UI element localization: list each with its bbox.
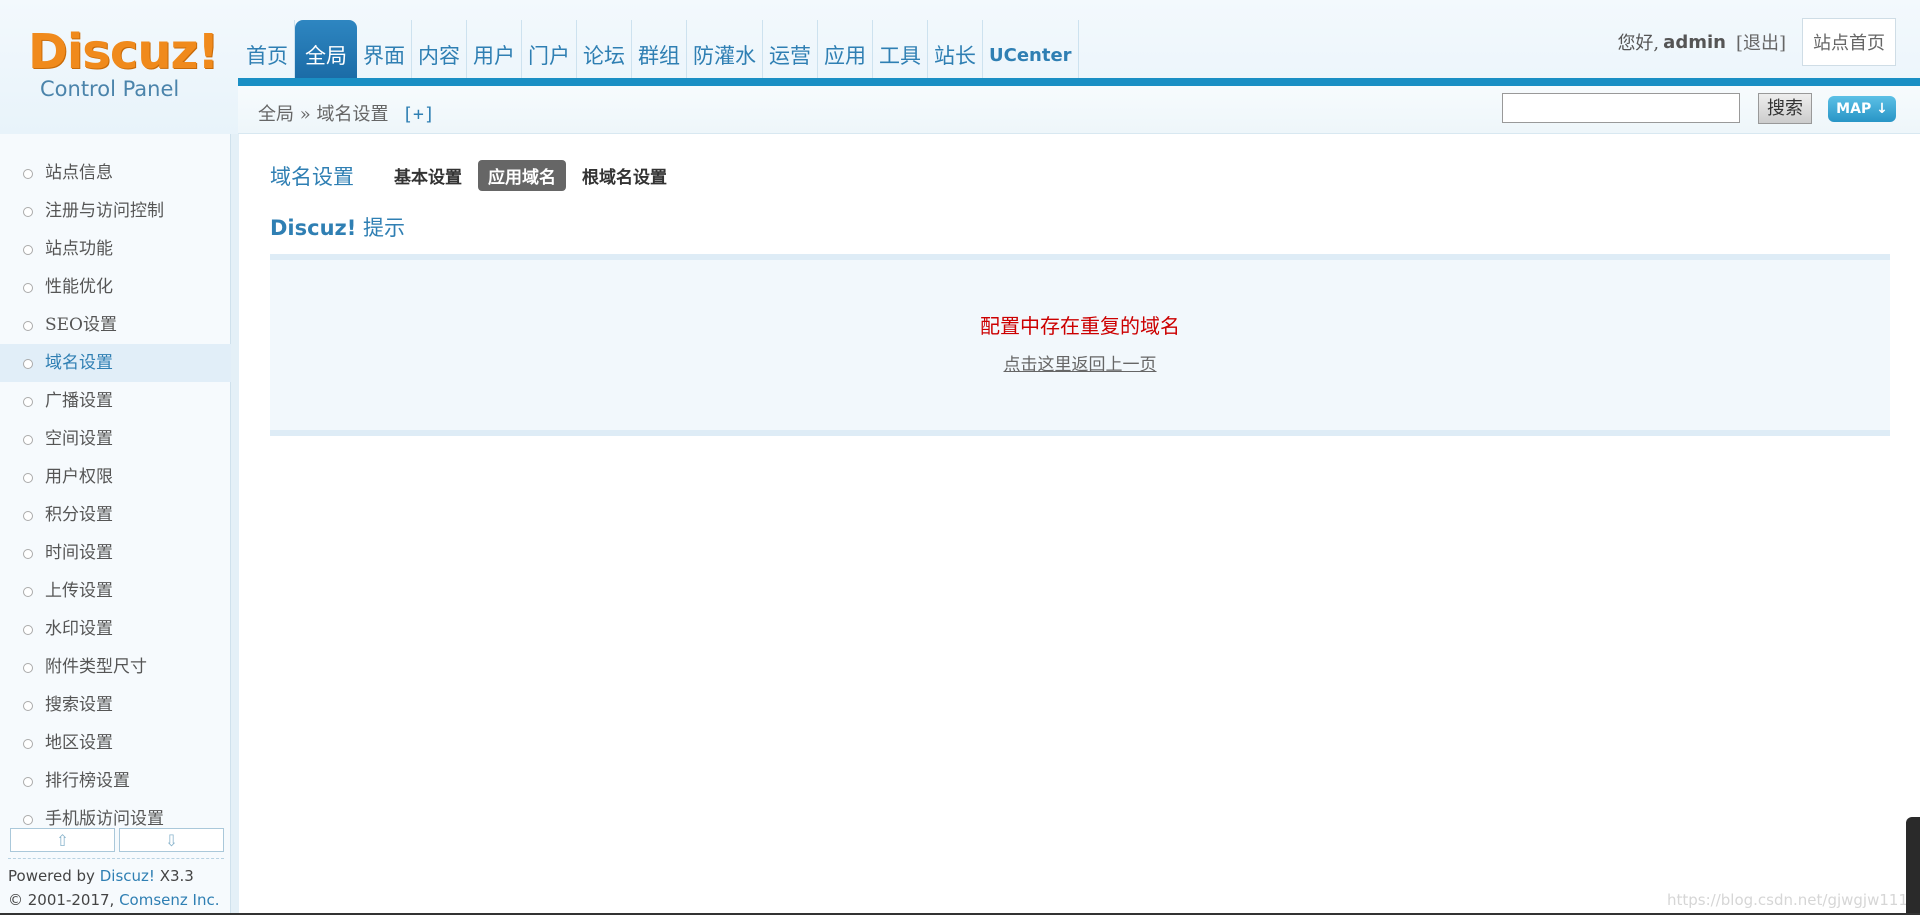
logo[interactable]: Discuz! Control Panel (28, 24, 219, 106)
message-box: 配置中存在重复的域名 点击这里返回上一页 (270, 254, 1890, 436)
discuz-link[interactable]: Discuz! (100, 867, 155, 885)
greeting-text: 您好, (1617, 33, 1660, 54)
watermark: https://blog.csdn.net/gjwgjw111 (1667, 891, 1908, 909)
breadcrumb-root[interactable]: 全局 (258, 104, 294, 125)
nav-apps[interactable]: 应用 (818, 20, 873, 82)
tab-root-domain[interactable]: 根域名设置 (572, 160, 677, 191)
add-shortcut-button[interactable]: [+] (402, 104, 435, 125)
scroll-down-button[interactable]: ⇩ (119, 828, 224, 852)
sidebar-item-broadcast[interactable]: 广播设置 (0, 382, 231, 420)
nav-style[interactable]: 界面 (357, 20, 412, 82)
sidebar-item-space[interactable]: 空间设置 (0, 420, 231, 458)
breadcrumb-current: 域名设置 (316, 104, 389, 125)
nav-user[interactable]: 用户 (467, 20, 522, 82)
settings-tabs: 域名设置 基本设置 应用域名 根域名设置 (270, 160, 683, 191)
tab-app-domain[interactable]: 应用域名 (478, 160, 566, 191)
comsenz-link[interactable]: Comsenz Inc. (119, 891, 219, 909)
sidebar-scroll-controls: ⇧ ⇩ (10, 828, 224, 852)
sidebar-item-permissions[interactable]: 用户权限 (0, 458, 231, 496)
tip-brand: Discuz! (270, 216, 357, 240)
sidebar-divider (8, 858, 224, 859)
corner-widget (1906, 817, 1920, 915)
scroll-up-button[interactable]: ⇧ (10, 828, 115, 852)
nav-portal[interactable]: 门户 (522, 20, 577, 82)
nav-home[interactable]: 首页 (240, 20, 295, 82)
arrow-down-icon: ⇩ (164, 830, 179, 850)
powered-by: Powered by Discuz! X3.3 © 2001-2017, Com… (8, 864, 219, 912)
breadcrumb: 全局 » 域名设置 [+] (258, 100, 435, 126)
powered-prefix: Powered by (8, 867, 95, 885)
nav-group[interactable]: 群组 (632, 20, 687, 82)
sidebar: 站点信息 注册与访问控制 站点功能 性能优化 SEO设置 域名设置 广播设置 空… (0, 134, 231, 915)
nav-forum[interactable]: 论坛 (577, 20, 632, 82)
logo-brand: Discuz! (28, 24, 219, 80)
logout-link[interactable]: [退出] (1736, 29, 1786, 55)
sidebar-item-credits[interactable]: 积分设置 (0, 496, 231, 534)
tip-heading: Discuz! 提示 (270, 212, 405, 242)
sidebar-menu[interactable]: 站点信息 注册与访问控制 站点功能 性能优化 SEO设置 域名设置 广播设置 空… (0, 154, 231, 827)
sidebar-item-attachment-types[interactable]: 附件类型尺寸 (0, 648, 231, 686)
nav-operation[interactable]: 运营 (763, 20, 818, 82)
sidebar-item-watermark[interactable]: 水印设置 (0, 610, 231, 648)
map-button[interactable]: MAP ↓ (1828, 96, 1896, 122)
sidebar-item-register-access[interactable]: 注册与访问控制 (0, 192, 231, 230)
nav-antispam[interactable]: 防灌水 (687, 20, 763, 82)
breadcrumb-separator: » (299, 104, 311, 125)
sidebar-shadow (231, 134, 239, 915)
back-link[interactable]: 点击这里返回上一页 (1004, 355, 1157, 375)
page-title: 域名设置 (270, 164, 354, 189)
search-button[interactable]: 搜索 (1758, 93, 1812, 124)
logo-subtitle: Control Panel (40, 77, 180, 101)
nav-global[interactable]: 全局 (295, 20, 357, 82)
search-input[interactable] (1502, 93, 1740, 123)
sidebar-item-upload[interactable]: 上传设置 (0, 572, 231, 610)
top-nav: 首页 全局 界面 内容 用户 门户 论坛 群组 防灌水 运营 应用 工具 站长 … (240, 20, 1079, 82)
nav-content[interactable]: 内容 (412, 20, 467, 82)
sidebar-item-region[interactable]: 地区设置 (0, 724, 231, 762)
tab-basic-settings[interactable]: 基本设置 (384, 160, 472, 191)
sidebar-item-seo[interactable]: SEO设置 (0, 306, 231, 344)
nav-underline-bar (238, 78, 1920, 86)
sidebar-item-time[interactable]: 时间设置 (0, 534, 231, 572)
username: admin (1663, 31, 1726, 53)
sidebar-item-domain[interactable]: 域名设置 (0, 344, 231, 382)
main-content: 域名设置 基本设置 应用域名 根域名设置 Discuz! 提示 配置中存在重复的… (240, 134, 1920, 915)
powered-version: X3.3 (159, 867, 194, 885)
breadcrumb-bar: 全局 » 域名设置 [+] 搜索 MAP ↓ (238, 86, 1920, 134)
nav-tools[interactable]: 工具 (873, 20, 928, 82)
user-bar: 您好, admin [退出] 站点首页 (1617, 18, 1896, 66)
nav-ucenter[interactable]: UCenter (983, 20, 1079, 82)
sidebar-item-ranklist[interactable]: 排行榜设置 (0, 762, 231, 800)
sidebar-item-search[interactable]: 搜索设置 (0, 686, 231, 724)
header: Discuz! Control Panel 首页 全局 界面 内容 用户 门户 … (0, 0, 1920, 134)
sidebar-item-site-features[interactable]: 站点功能 (0, 230, 231, 268)
sidebar-item-mobile[interactable]: 手机版访问设置 (0, 800, 231, 827)
copyright-prefix: © 2001-2017, (8, 891, 115, 909)
nav-founder[interactable]: 站长 (928, 20, 983, 82)
sidebar-item-performance[interactable]: 性能优化 (0, 268, 231, 306)
tip-label: 提示 (363, 216, 406, 240)
arrow-up-icon: ⇧ (55, 830, 70, 850)
sidebar-item-site-info[interactable]: 站点信息 (0, 154, 231, 192)
site-home-button[interactable]: 站点首页 (1802, 18, 1896, 66)
error-message: 配置中存在重复的域名 (980, 314, 1180, 338)
